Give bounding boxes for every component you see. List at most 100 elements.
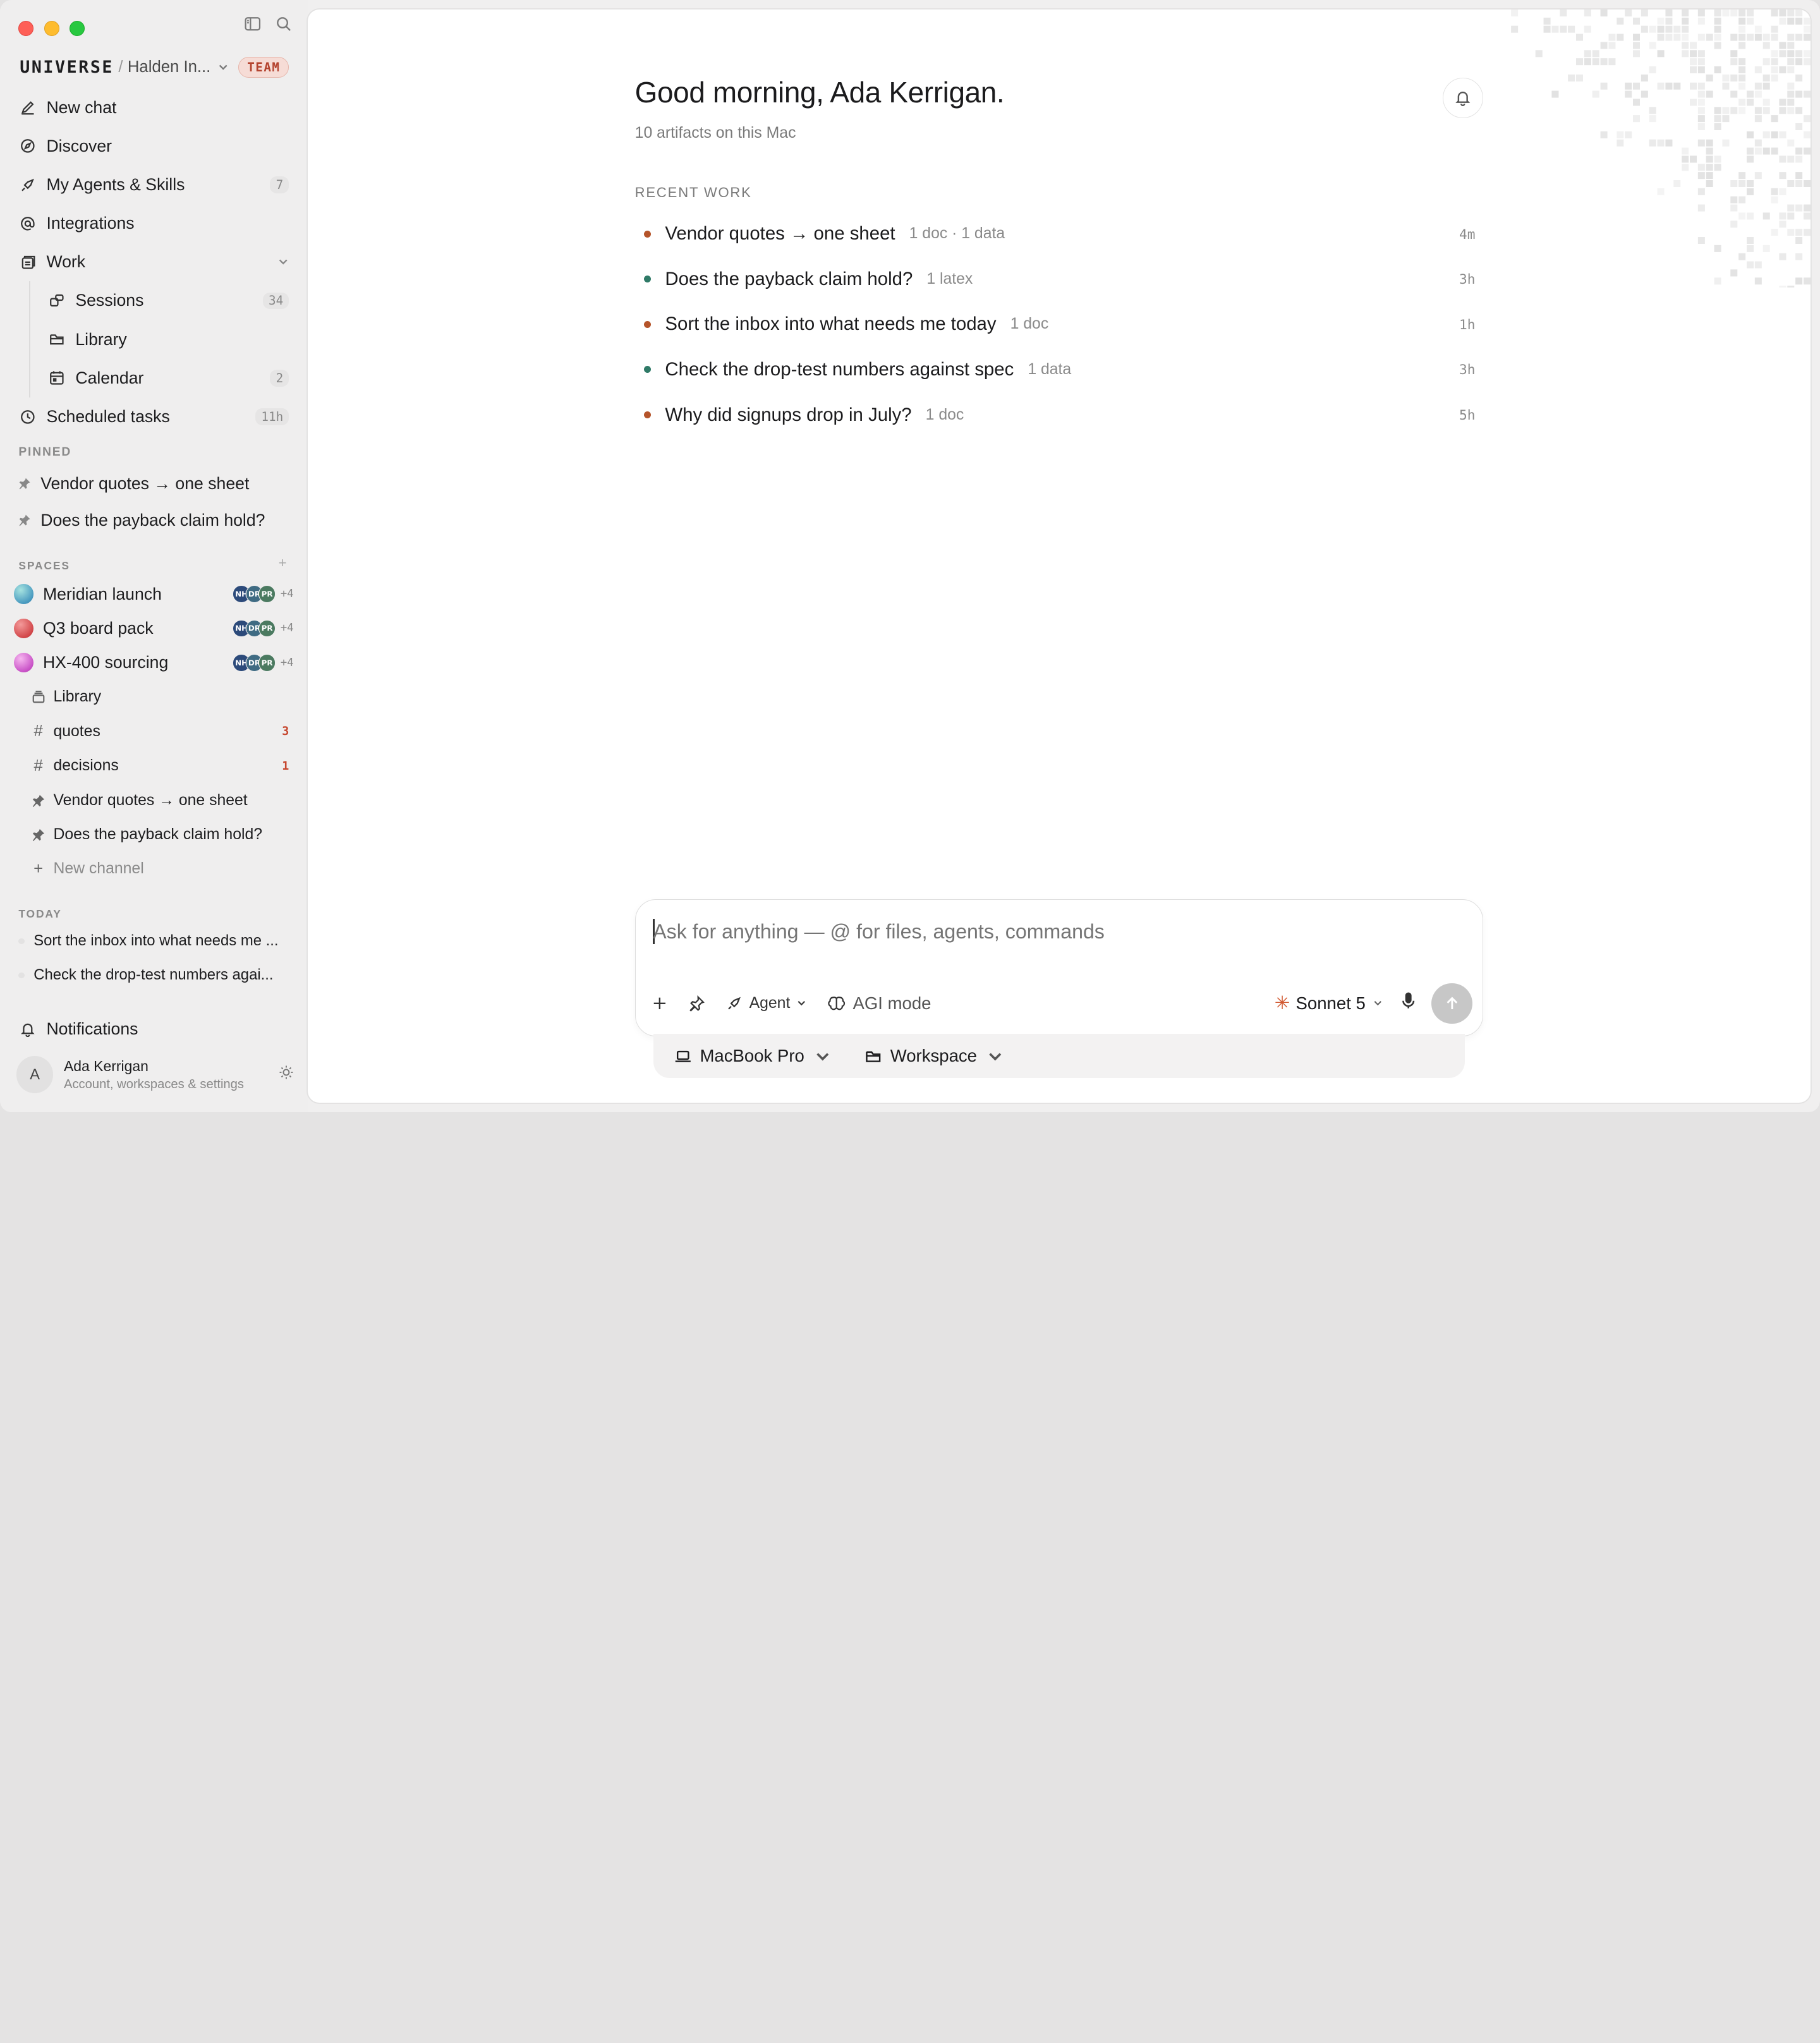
pixel-tile bbox=[1665, 25, 1673, 33]
channel-decisions[interactable]: # decisions 1 bbox=[9, 749, 298, 783]
nav-library[interactable]: Library bbox=[39, 320, 298, 359]
space-item-hx400[interactable]: HX-400 sourcing NH DR PR +4 bbox=[9, 646, 298, 680]
brain-icon bbox=[828, 997, 846, 1010]
minimize-window-button[interactable] bbox=[44, 21, 59, 36]
agent-mode-dropdown[interactable]: Agent bbox=[726, 995, 806, 1012]
pixel-tile bbox=[1804, 179, 1811, 187]
pin-icon bbox=[20, 514, 30, 526]
nav-label: Sessions bbox=[75, 291, 144, 310]
close-window-button[interactable] bbox=[18, 21, 34, 36]
at-sign-icon bbox=[18, 214, 37, 233]
work-subnav: Sessions 34 Library Calendar 2 bbox=[9, 281, 298, 397]
sidebar-toggle-icon[interactable] bbox=[244, 15, 262, 37]
space-item-meridian[interactable]: Meridian launch NH DR PR +4 bbox=[9, 577, 298, 611]
pixel-tile bbox=[1698, 123, 1706, 130]
pixel-tile bbox=[1779, 49, 1787, 57]
pixel-tile bbox=[1657, 139, 1665, 147]
pixel-tile bbox=[1787, 58, 1795, 65]
nav-agents-skills[interactable]: My Agents & Skills 7 bbox=[9, 166, 298, 204]
pixel-tile bbox=[1795, 74, 1803, 82]
pixel-tile bbox=[1747, 33, 1754, 41]
pixel-tile bbox=[1600, 82, 1608, 90]
pixel-tile bbox=[1755, 261, 1762, 269]
avatar: A bbox=[16, 1056, 54, 1094]
nav-new-chat[interactable]: New chat bbox=[9, 88, 298, 127]
pixel-tile bbox=[1738, 179, 1746, 187]
search-icon[interactable] bbox=[275, 15, 293, 37]
send-button[interactable] bbox=[1431, 983, 1472, 1024]
attach-button[interactable] bbox=[652, 995, 668, 1012]
workspace-switcher[interactable]: UNIVERSE / Halden In... TEAM bbox=[20, 54, 289, 80]
bell-icon bbox=[18, 1020, 37, 1038]
pixel-tile bbox=[1771, 9, 1778, 16]
pixel-tile bbox=[1600, 58, 1608, 65]
account-menu[interactable]: A Ada Kerrigan Account, workspaces & set… bbox=[16, 1056, 294, 1094]
space-pinned-item[interactable]: Does the payback claim hold? bbox=[9, 818, 298, 852]
pixel-tile bbox=[1641, 74, 1649, 82]
pixel-tile bbox=[1511, 25, 1519, 33]
recent-work-item[interactable]: Sort the inbox into what needs me today 1… bbox=[635, 302, 1475, 348]
nav-notifications[interactable]: Notifications bbox=[9, 1010, 298, 1048]
microphone-button[interactable] bbox=[1399, 991, 1417, 1015]
today-item[interactable]: Sort the inbox into what needs me ... bbox=[9, 924, 298, 958]
device-selector[interactable]: MacBook Pro bbox=[674, 1046, 839, 1066]
pixel-tile bbox=[1762, 58, 1770, 65]
add-space-icon[interactable]: + bbox=[279, 555, 287, 571]
zoom-window-button[interactable] bbox=[70, 21, 85, 36]
recent-work-item[interactable]: Does the payback claim hold? 1 latex 3h bbox=[635, 257, 1475, 302]
agi-mode-toggle[interactable]: AGI mode bbox=[827, 993, 931, 1014]
prompt-input[interactable] bbox=[653, 919, 1454, 943]
pixel-tile bbox=[1511, 9, 1519, 16]
pinned-list: Vendor quotes → one sheet Does the payba… bbox=[9, 466, 298, 539]
folder-selector[interactable]: Workspace bbox=[864, 1046, 1012, 1066]
pixel-tile bbox=[1762, 74, 1770, 82]
pixel-tile bbox=[1771, 33, 1778, 41]
pixel-tile bbox=[1771, 58, 1778, 65]
pixel-tile bbox=[1762, 42, 1770, 49]
pixel-tile bbox=[1584, 58, 1592, 65]
pinned-item[interactable]: Vendor quotes → one sheet bbox=[9, 466, 298, 502]
pixel-tile bbox=[1738, 58, 1746, 65]
pixel-tile bbox=[1755, 82, 1762, 90]
space-pinned-item[interactable]: Vendor quotes → one sheet bbox=[9, 783, 298, 817]
nav-sessions[interactable]: Sessions 34 bbox=[39, 281, 298, 320]
chevron-down-icon[interactable] bbox=[277, 252, 289, 272]
pixel-tile bbox=[1730, 179, 1738, 187]
nav-scheduled-tasks[interactable]: Scheduled tasks 11h bbox=[9, 397, 298, 436]
model-selector[interactable]: ✳ Sonnet 5 bbox=[1275, 992, 1383, 1014]
pinned-item[interactable]: Does the payback claim hold? bbox=[9, 502, 298, 538]
new-channel-button[interactable]: + New channel bbox=[9, 852, 298, 886]
space-library[interactable]: Library bbox=[9, 680, 298, 714]
today-item[interactable]: Check the drop-test numbers agai... bbox=[9, 958, 298, 992]
pixel-tile bbox=[1747, 188, 1754, 195]
sidebar: UNIVERSE / Halden In... TEAM New chat Di… bbox=[0, 0, 308, 1112]
space-item-q3-board[interactable]: Q3 board pack NH DR PR +4 bbox=[9, 611, 298, 645]
recent-work-item[interactable]: Vendor quotes → one sheet 1 doc · 1 data 4… bbox=[635, 211, 1475, 257]
nav-discover[interactable]: Discover bbox=[9, 127, 298, 166]
chevron-down-icon bbox=[988, 1052, 1001, 1061]
nav-work[interactable]: Work bbox=[9, 243, 298, 281]
pixel-tile bbox=[1787, 49, 1795, 57]
pixel-tile bbox=[1779, 42, 1787, 49]
pixel-tile bbox=[1592, 90, 1599, 98]
pin-button[interactable] bbox=[689, 995, 705, 1012]
sun-icon[interactable] bbox=[279, 1065, 294, 1084]
recent-work-item[interactable]: Why did signups drop in July? 1 doc 5h bbox=[635, 392, 1475, 438]
nav-integrations[interactable]: Integrations bbox=[9, 204, 298, 243]
pixel-tile bbox=[1543, 25, 1551, 33]
pixel-tile bbox=[1795, 236, 1803, 244]
avatar: PR bbox=[258, 653, 276, 672]
pixel-tile bbox=[1787, 9, 1795, 16]
recent-item-title: Check the drop-test numbers against spec bbox=[665, 358, 1014, 380]
pixel-tile bbox=[1804, 131, 1811, 138]
pixel-tile bbox=[1730, 49, 1738, 57]
nav-label: Notifications bbox=[46, 1019, 138, 1038]
pixel-tile bbox=[1690, 82, 1697, 90]
recent-work-item[interactable]: Check the drop-test numbers against spec… bbox=[635, 347, 1475, 392]
status-dot bbox=[644, 411, 652, 419]
recent-item-meta: 1 doc bbox=[925, 406, 964, 423]
pixel-tile bbox=[1762, 131, 1770, 138]
nav-calendar[interactable]: Calendar 2 bbox=[39, 359, 298, 397]
pixel-tile bbox=[1771, 74, 1778, 82]
channel-quotes[interactable]: # quotes 3 bbox=[9, 715, 298, 749]
